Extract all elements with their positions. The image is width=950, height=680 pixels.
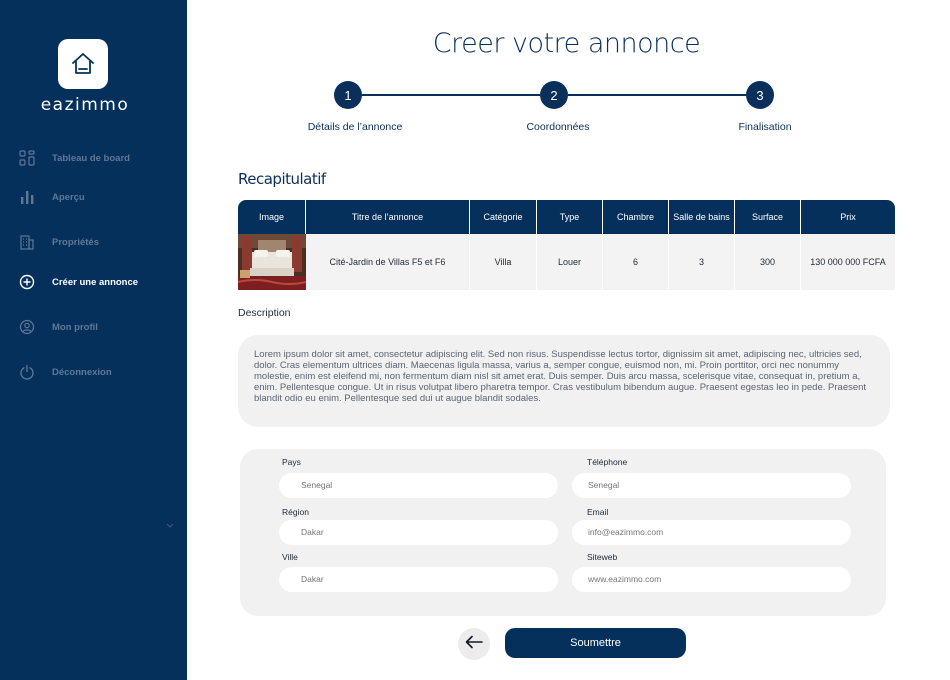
step-2-label: Coordonnées — [526, 121, 590, 133]
column-header-price: Prix — [840, 212, 856, 222]
recap-table: Image Titre de l’annonce Catégorie Type … — [238, 200, 895, 290]
logo-text: eazimmo — [40, 95, 130, 115]
telephone-label: Téléphone — [587, 457, 628, 467]
description-text: Lorem ipsum dolor sit amet, consectetur … — [238, 335, 890, 427]
step-2-circle[interactable]: 2 — [540, 81, 568, 109]
column-header-category: Catégorie — [470, 200, 537, 234]
column-header-bathrooms: Salle de bains — [669, 200, 735, 234]
cell-bathrooms: 3 — [669, 234, 735, 290]
cell-surface: 300 — [735, 234, 801, 290]
sidebar-item-creer-annonce[interactable]: Créer une annonce — [18, 271, 178, 293]
sidebar-item-apercu[interactable]: Aperçu — [18, 186, 178, 208]
siteweb-input[interactable] — [572, 567, 851, 592]
description-label: Description — [238, 307, 291, 319]
column-header-type: Type — [537, 200, 603, 234]
sidebar-item-label: Tableau de board — [52, 152, 130, 164]
sidebar-item-mon-profil[interactable]: Mon profil — [18, 316, 178, 338]
cell-category: Villa — [470, 234, 537, 290]
region-label: Région — [282, 507, 309, 517]
email-label: Email — [587, 507, 609, 517]
bar-chart-icon — [18, 188, 36, 206]
arrow-left-icon — [465, 635, 483, 654]
property-thumbnail — [238, 234, 306, 290]
power-icon — [18, 363, 36, 381]
region-input[interactable] — [279, 520, 558, 545]
cell-title: Cité-Jardin de Villas F5 et F6 — [306, 234, 470, 290]
column-header-rooms: Chambre — [603, 200, 669, 234]
pays-label: Pays — [282, 457, 301, 467]
ville-label: Ville — [282, 552, 298, 562]
step-3-label: Finalisation — [738, 121, 792, 133]
stepper-connector — [568, 94, 746, 96]
step-3-circle[interactable]: 3 — [746, 81, 774, 109]
stepper-connector — [362, 94, 540, 96]
table-row: Cité-Jardin de Villas F5 et F6 Villa Lou… — [238, 234, 895, 290]
building-icon — [18, 233, 36, 251]
sidebar-item-label: Propriétés — [52, 236, 99, 248]
sidebar-item-label: Aperçu — [52, 191, 85, 203]
sidebar-item-label: Créer une annonce — [52, 276, 139, 288]
submit-button[interactable]: Soumettre — [505, 628, 686, 658]
chevron-down-icon[interactable] — [166, 516, 174, 534]
sidebar-item-deconnexion[interactable]: Déconnexion — [18, 361, 178, 383]
recap-title: Recapitulatif — [238, 170, 326, 188]
cell-price: 130 000 000 FCFA — [810, 257, 886, 267]
sidebar-item-label: Mon profil — [52, 321, 98, 333]
email-input[interactable] — [572, 520, 851, 545]
sidebar-item-dashboard[interactable]: Tableau de board — [18, 147, 178, 169]
plus-circle-icon — [18, 273, 36, 291]
table-header: Image Titre de l’annonce Catégorie Type … — [238, 200, 895, 234]
step-1-label: Détails de l’annonce — [307, 121, 403, 133]
page-title: Creer votre annonce — [432, 28, 701, 59]
cell-type: Louer — [537, 234, 603, 290]
column-header-image: Image — [238, 200, 306, 234]
dashboard-icon — [18, 149, 36, 167]
siteweb-label: Siteweb — [587, 552, 618, 562]
telephone-input[interactable] — [572, 473, 851, 498]
cell-rooms: 6 — [603, 234, 669, 290]
column-header-title: Titre de l’annonce — [306, 200, 470, 234]
pays-input[interactable] — [279, 473, 558, 498]
column-header-surface: Surface — [735, 200, 801, 234]
ville-input[interactable] — [279, 567, 558, 592]
sidebar-item-proprietes[interactable]: Propriétés — [18, 231, 178, 253]
sidebar: eazimmo Tableau de board Aperçu Propriét… — [0, 0, 187, 680]
step-1-circle[interactable]: 1 — [334, 81, 362, 109]
back-button[interactable] — [458, 628, 490, 660]
user-circle-icon — [18, 318, 36, 336]
sidebar-item-label: Déconnexion — [52, 366, 112, 378]
